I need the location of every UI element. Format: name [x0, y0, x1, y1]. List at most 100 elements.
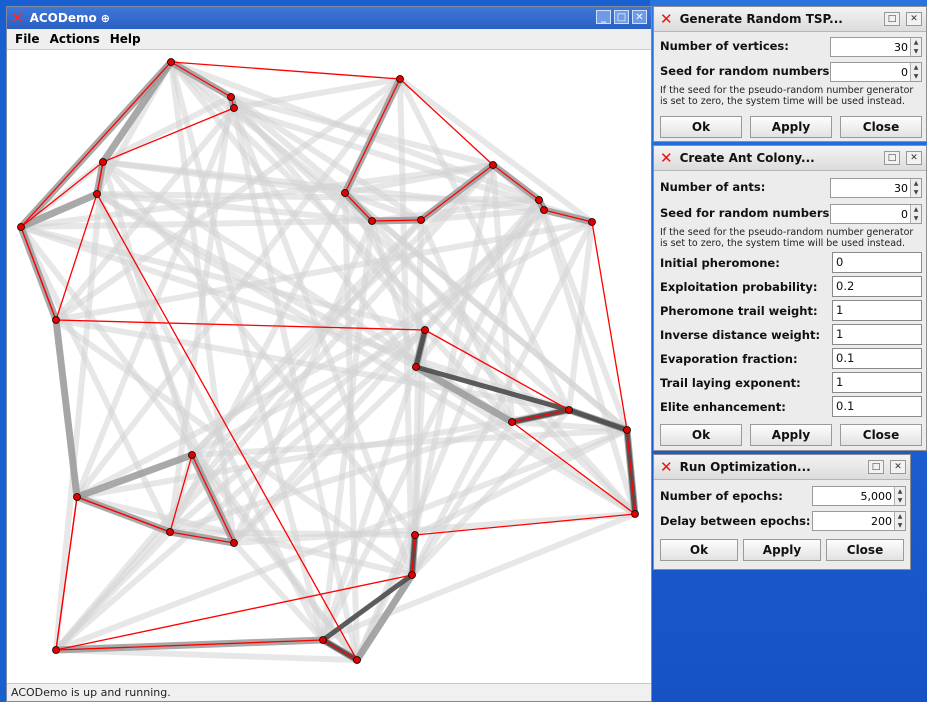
graph-vertex [535, 196, 543, 204]
dialog-titlebar[interactable]: ✕ Run Optimization... □ ✕ [654, 455, 910, 480]
tsp-graph [17, 58, 639, 664]
ok-button[interactable]: Ok [660, 424, 742, 446]
pheromone-trail-weight-input[interactable]: 1 [832, 300, 922, 321]
maximize-button[interactable]: □ [614, 10, 629, 24]
dialog-titlebar[interactable]: ✕ Create Ant Colony... □ ✕ [654, 146, 926, 171]
delay-spinner[interactable]: 200 ▲ ▼ [812, 511, 906, 531]
close-button[interactable]: ✕ [890, 460, 906, 474]
close-button[interactable]: ✕ [906, 151, 922, 165]
graph-vertex [319, 636, 327, 644]
spin-down-icon[interactable]: ▼ [895, 496, 905, 505]
seed-spinner[interactable]: 0 ▲ ▼ [830, 204, 922, 224]
maximize-button[interactable]: □ [868, 460, 884, 474]
seed-label: Seed for random numbers: [660, 206, 834, 220]
delay-value: 200 [871, 514, 892, 528]
elite-enhancement-input[interactable]: 0.1 [832, 396, 922, 417]
apply-button[interactable]: Apply [743, 539, 821, 561]
graph-vertex [167, 58, 175, 66]
ants-label: Number of ants: [660, 180, 766, 194]
graph-vertex [230, 539, 238, 547]
main-window: ✕ ACODemo ⊕ _ □ ✕ File Actions Help ACOD… [6, 6, 652, 702]
ant-colony-dialog: ✕ Create Ant Colony... □ ✕ Number of ant… [653, 145, 927, 451]
spin-up-icon[interactable]: ▲ [911, 179, 921, 188]
minimize-button[interactable]: _ [596, 10, 611, 24]
trail-laying-exponent-input[interactable]: 1 [832, 372, 922, 393]
graph-vertex [166, 528, 174, 536]
graph-canvas[interactable] [7, 50, 651, 682]
maximize-button[interactable]: □ [884, 151, 900, 165]
window-title: ACODemo [29, 11, 97, 25]
graph-vertex [508, 418, 516, 426]
graph-vertex [489, 161, 497, 169]
exploitation-probability-label: Exploitation probability: [660, 280, 818, 294]
main-titlebar[interactable]: ✕ ACODemo ⊕ _ □ ✕ [7, 7, 651, 29]
graph-vertex [565, 406, 573, 414]
seed-note: If the seed for the pseudo-random number… [660, 85, 914, 107]
status-bar: ACODemo is up and running. [7, 683, 651, 701]
maximize-button[interactable]: □ [884, 12, 900, 26]
graph-vertex [588, 218, 596, 226]
epochs-value: 5,000 [860, 489, 893, 503]
spin-up-icon[interactable]: ▲ [911, 205, 921, 214]
graph-vertex [17, 223, 25, 231]
dialog-title: Run Optimization... [679, 460, 811, 474]
dialog-title: Create Ant Colony... [679, 151, 815, 165]
spin-down-icon[interactable]: ▼ [895, 521, 905, 530]
close-dialog-button[interactable]: Close [826, 539, 904, 561]
spin-up-icon[interactable]: ▲ [911, 38, 921, 47]
swirl-icon: ⊕ [100, 11, 110, 25]
graph-vertex [93, 190, 101, 198]
delay-label: Delay between epochs: [660, 514, 811, 528]
x-logo-icon: ✕ [660, 10, 673, 28]
evaporation-fraction-input[interactable]: 0.1 [832, 348, 922, 369]
run-optimization-dialog: ✕ Run Optimization... □ ✕ Number of epoc… [653, 454, 911, 570]
menu-actions[interactable]: Actions [50, 32, 100, 46]
spin-up-icon[interactable]: ▲ [911, 63, 921, 72]
spin-up-icon[interactable]: ▲ [895, 512, 905, 521]
graph-vertex [188, 451, 196, 459]
graph-vertex [631, 510, 639, 518]
x-logo-icon: ✕ [660, 149, 673, 167]
graph-vertex [412, 363, 420, 371]
seed-spinner[interactable]: 0 ▲ ▼ [830, 62, 922, 82]
graph-vertex [227, 93, 235, 101]
close-button[interactable]: ✕ [906, 12, 922, 26]
graph-vertex [396, 75, 404, 83]
spin-down-icon[interactable]: ▼ [911, 72, 921, 81]
initial-pheromone-label: Initial pheromone: [660, 256, 780, 270]
spin-down-icon[interactable]: ▼ [911, 188, 921, 197]
x-logo-icon: ✕ [660, 458, 673, 476]
apply-button[interactable]: Apply [750, 424, 832, 446]
ok-button[interactable]: Ok [660, 539, 738, 561]
graph-vertex [52, 646, 60, 654]
dialog-titlebar[interactable]: ✕ Generate Random TSP... □ ✕ [654, 7, 926, 32]
close-dialog-button[interactable]: Close [840, 116, 922, 138]
epochs-label: Number of epochs: [660, 489, 783, 503]
menu-file[interactable]: File [15, 32, 40, 46]
seed-value: 0 [901, 207, 908, 221]
close-button[interactable]: ✕ [632, 10, 647, 24]
graph-vertex [540, 206, 548, 214]
vertices-spinner[interactable]: 30 ▲ ▼ [830, 37, 922, 57]
graph-vertex [73, 493, 81, 501]
elite-enhancement-label: Elite enhancement: [660, 400, 786, 414]
initial-pheromone-input[interactable]: 0 [832, 252, 922, 273]
spin-down-icon[interactable]: ▼ [911, 47, 921, 56]
exploitation-probability-input[interactable]: 0.2 [832, 276, 922, 297]
epochs-spinner[interactable]: 5,000 ▲ ▼ [812, 486, 906, 506]
apply-button[interactable]: Apply [750, 116, 832, 138]
graph-vertex [52, 316, 60, 324]
graph-vertex [341, 189, 349, 197]
inverse-distance-weight-input[interactable]: 1 [832, 324, 922, 345]
graph-vertex [623, 426, 631, 434]
spin-down-icon[interactable]: ▼ [911, 214, 921, 223]
graph-vertex [230, 104, 238, 112]
ants-spinner[interactable]: 30 ▲ ▼ [830, 178, 922, 198]
trail-laying-exponent-label: Trail laying exponent: [660, 376, 801, 390]
ok-button[interactable]: Ok [660, 116, 742, 138]
close-dialog-button[interactable]: Close [840, 424, 922, 446]
menu-help[interactable]: Help [110, 32, 141, 46]
inverse-distance-weight-label: Inverse distance weight: [660, 328, 821, 342]
graph-vertex [99, 158, 107, 166]
spin-up-icon[interactable]: ▲ [895, 487, 905, 496]
